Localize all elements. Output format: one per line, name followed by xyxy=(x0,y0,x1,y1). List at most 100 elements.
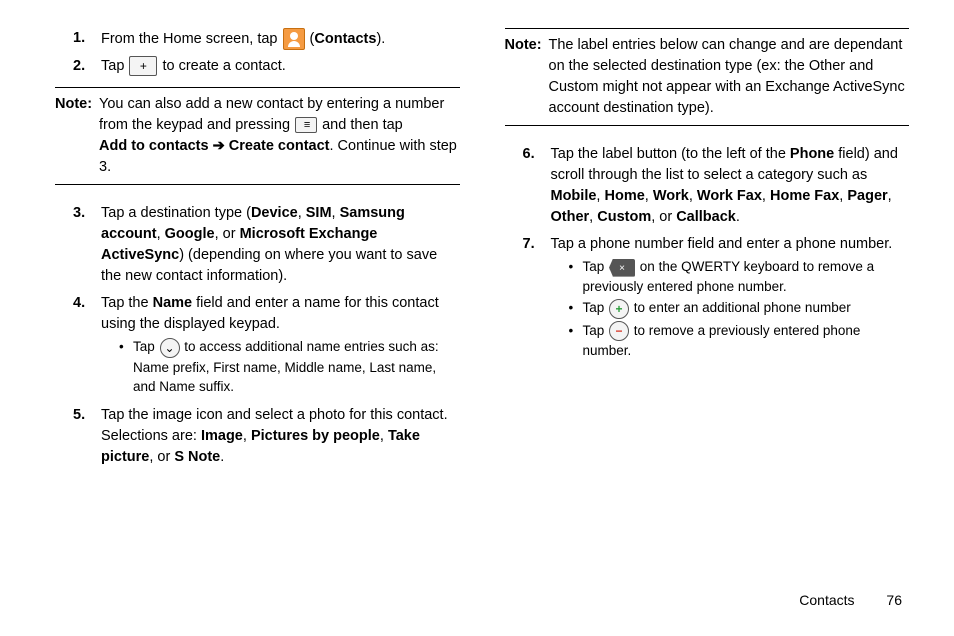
note-label: Note: xyxy=(505,35,549,119)
step-3: 3. Tap a destination type (Device, SIM, … xyxy=(73,203,460,287)
bullet-body: Tap + to enter an additional phone numbe… xyxy=(583,298,910,318)
text-bold: Phone xyxy=(790,146,834,162)
text: , or xyxy=(215,226,240,242)
step-number: 5. xyxy=(73,405,101,468)
bullet-body: Tap × on the QWERTY keyboard to remove a… xyxy=(583,257,910,296)
step-4: 4. Tap the Name field and enter a name f… xyxy=(73,293,460,399)
page-columns: 1. From the Home screen, tap (Contacts).… xyxy=(0,0,954,474)
text: , xyxy=(689,188,697,204)
text-bold: SIM xyxy=(306,205,332,221)
text-bold: Callback xyxy=(676,209,736,225)
step-number: 4. xyxy=(73,293,101,399)
step-1: 1. From the Home screen, tap (Contacts). xyxy=(73,28,460,50)
text-bold: Pictures by people xyxy=(251,428,380,444)
add-icon: + xyxy=(609,299,629,319)
text: Tap the label button (to the left of the xyxy=(551,146,790,162)
step-number: 1. xyxy=(73,28,101,50)
bullet: • Tap − to remove a previously entered p… xyxy=(569,321,910,361)
bullet-body: Tap − to remove a previously entered pho… xyxy=(583,321,910,361)
text-bold: Mobile xyxy=(551,188,597,204)
text: , or xyxy=(149,449,174,465)
text-bold: S Note xyxy=(174,449,220,465)
bullet: • Tap × on the QWERTY keyboard to remove… xyxy=(569,257,910,296)
bullet: • Tap + to enter an additional phone num… xyxy=(569,298,910,318)
text-bold: Other xyxy=(551,209,590,225)
text: Tap xyxy=(133,339,159,354)
text-bold: Name xyxy=(153,295,193,311)
bullet: • Tap ⌄ to access additional name entrie… xyxy=(119,337,460,397)
step-body: Tap the label button (to the left of the… xyxy=(551,144,910,228)
step-number: 6. xyxy=(523,144,551,228)
text: . xyxy=(220,449,224,465)
note-block: Note: You can also add a new contact by … xyxy=(55,87,460,185)
page-footer: Contacts 76 xyxy=(799,592,902,608)
text-bold: Image xyxy=(201,428,243,444)
text: Tap xyxy=(583,300,609,315)
plus-icon: + xyxy=(129,56,157,76)
step-number: 7. xyxy=(523,234,551,363)
bullet-dot: • xyxy=(119,337,133,397)
text: , xyxy=(645,188,653,204)
note-body: You can also add a new contact by enteri… xyxy=(99,94,460,178)
text-bold: Home Fax xyxy=(770,188,839,204)
text: Tap xyxy=(583,259,609,274)
text: , xyxy=(380,428,388,444)
text: and then tap xyxy=(322,117,403,133)
left-column: 1. From the Home screen, tap (Contacts).… xyxy=(55,28,460,474)
text-bold: Pager xyxy=(847,188,887,204)
text: Tap the xyxy=(101,295,153,311)
text: , xyxy=(243,428,251,444)
step-7: 7. Tap a phone number field and enter a … xyxy=(523,234,910,363)
bullet-dot: • xyxy=(569,257,583,296)
text: , xyxy=(298,205,306,221)
text: , xyxy=(157,226,165,242)
bullet-dot: • xyxy=(569,298,583,318)
section-label: Contacts xyxy=(799,592,854,608)
text: Tap xyxy=(101,58,128,74)
remove-icon: − xyxy=(609,321,629,341)
chevron-down-icon: ⌄ xyxy=(160,338,180,358)
bullet-body: Tap ⌄ to access additional name entries … xyxy=(133,337,460,397)
step-body: From the Home screen, tap (Contacts). xyxy=(101,28,460,50)
text-bold: Google xyxy=(165,226,215,242)
step-body: Tap a phone number field and enter a pho… xyxy=(551,234,910,363)
step-body: Tap the image icon and select a photo fo… xyxy=(101,405,460,468)
menu-icon: ≡ xyxy=(295,117,317,133)
step-2: 2. Tap + to create a contact. xyxy=(73,56,460,77)
step-5: 5. Tap the image icon and select a photo… xyxy=(73,405,460,468)
text-bold: Home xyxy=(604,188,644,204)
text: , xyxy=(332,205,340,221)
note-block: Note: The label entries below can change… xyxy=(505,28,910,126)
step-number: 2. xyxy=(73,56,101,77)
text: , xyxy=(888,188,892,204)
text: Tap a destination type ( xyxy=(101,205,251,221)
text: to enter an additional phone number xyxy=(634,300,851,315)
text: , xyxy=(762,188,770,204)
text-bold: Contacts xyxy=(314,31,376,47)
text: . xyxy=(736,209,740,225)
text-bold: Device xyxy=(251,205,298,221)
note-label: Note: xyxy=(55,94,99,178)
text: From the Home screen, tap xyxy=(101,31,282,47)
note-body: The label entries below can change and a… xyxy=(549,35,910,119)
backspace-icon: × xyxy=(609,259,635,277)
text-bold: Work xyxy=(653,188,689,204)
text: Tap xyxy=(583,323,609,338)
text: Tap a phone number field and enter a pho… xyxy=(551,236,893,252)
step-body: Tap a destination type (Device, SIM, Sam… xyxy=(101,203,460,287)
text-bold: Custom xyxy=(597,209,651,225)
page-number: 76 xyxy=(886,592,902,608)
text: ). xyxy=(376,31,385,47)
step-number: 3. xyxy=(73,203,101,287)
text: The label entries below can change and a… xyxy=(549,37,905,116)
text: , or xyxy=(651,209,676,225)
step-body: Tap + to create a contact. xyxy=(101,56,460,77)
contacts-icon xyxy=(283,28,305,50)
right-column: Note: The label entries below can change… xyxy=(505,28,910,474)
text: to create a contact. xyxy=(162,58,285,74)
bullet-dot: • xyxy=(569,321,583,361)
step-6: 6. Tap the label button (to the left of … xyxy=(523,144,910,228)
step-body: Tap the Name field and enter a name for … xyxy=(101,293,460,399)
text-bold: Work Fax xyxy=(697,188,762,204)
text-bold: Add to contacts ➔ Create contact xyxy=(99,138,330,154)
